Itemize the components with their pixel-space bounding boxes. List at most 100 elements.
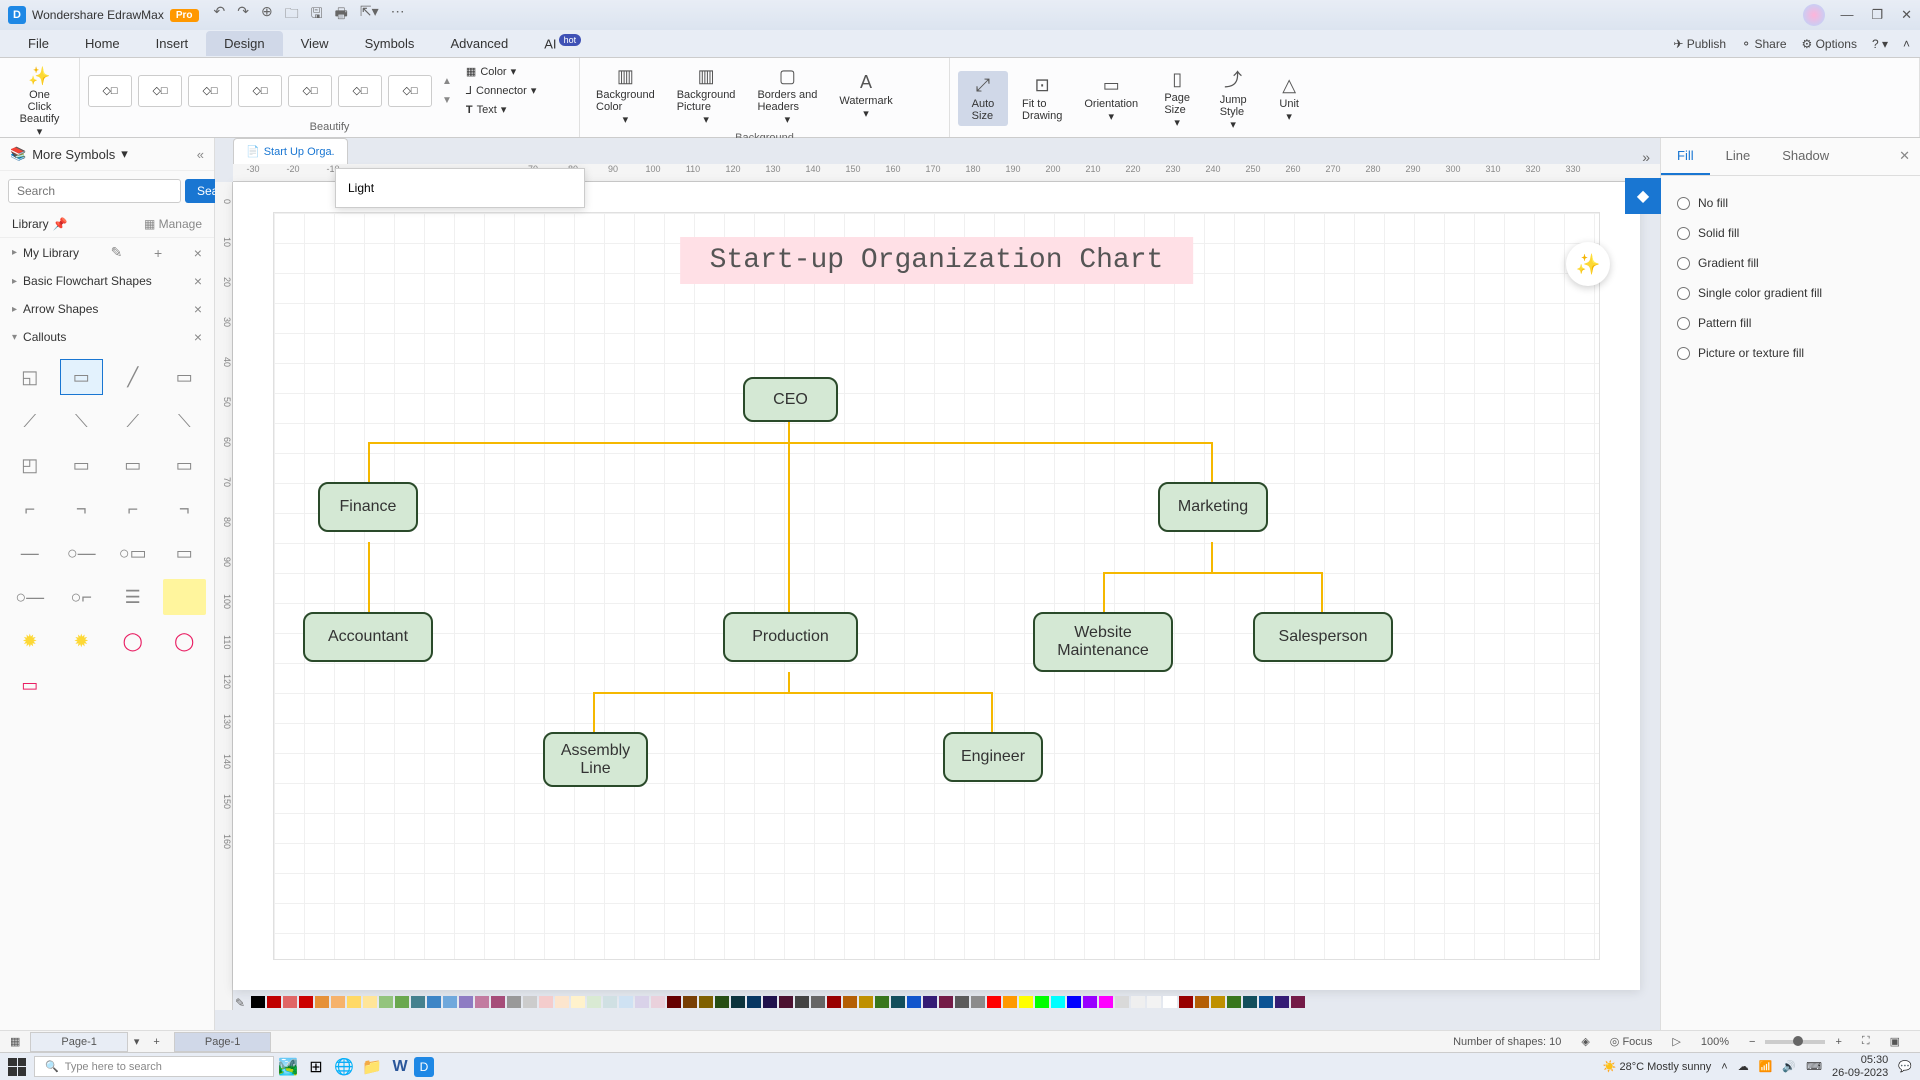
node-ceo[interactable]: CEO bbox=[743, 377, 838, 422]
tab-ai[interactable]: AIhot bbox=[526, 30, 599, 56]
color-swatch[interactable] bbox=[1243, 996, 1257, 1008]
fullscreen-icon[interactable]: ▣ bbox=[1890, 1035, 1900, 1048]
close-icon[interactable]: ✕ bbox=[1901, 7, 1912, 23]
tray-chevron-icon[interactable]: ˄ bbox=[1721, 1061, 1727, 1073]
present-icon[interactable]: ▷ bbox=[1672, 1035, 1680, 1048]
explorer-icon[interactable]: 📁 bbox=[358, 1055, 386, 1079]
color-swatch[interactable] bbox=[907, 996, 921, 1008]
color-swatch[interactable] bbox=[971, 996, 985, 1008]
connector-dropdown[interactable]: ⅃ Connector ▾ bbox=[462, 82, 540, 99]
color-swatch[interactable] bbox=[635, 996, 649, 1008]
fill-tool-icon[interactable]: ◆ bbox=[1625, 178, 1661, 214]
tab-view[interactable]: View bbox=[283, 31, 347, 56]
color-swatch[interactable] bbox=[859, 996, 873, 1008]
color-swatch[interactable] bbox=[587, 996, 601, 1008]
search-input[interactable] bbox=[8, 179, 181, 203]
color-swatch[interactable] bbox=[299, 996, 313, 1008]
watermark-button[interactable]: AWatermark ▾ bbox=[831, 68, 900, 124]
wifi-icon[interactable]: 📶 bbox=[1759, 1060, 1773, 1073]
background-picture-button[interactable]: ▥Background Picture ▾ bbox=[669, 62, 744, 130]
zoom-in-icon[interactable]: + bbox=[1835, 1036, 1841, 1048]
new-icon[interactable]: ⊕ bbox=[261, 3, 273, 27]
color-swatch[interactable] bbox=[523, 996, 537, 1008]
background-color-button[interactable]: ▥Background Color ▾ bbox=[588, 62, 663, 130]
connector[interactable] bbox=[788, 422, 790, 442]
color-swatch[interactable] bbox=[699, 996, 713, 1008]
fill-option-gradient[interactable]: Gradient fill bbox=[1673, 248, 1908, 278]
pin-icon[interactable]: 📌 bbox=[53, 217, 68, 231]
word-icon[interactable]: W bbox=[386, 1055, 414, 1079]
open-icon[interactable]: 🗀 bbox=[285, 3, 299, 27]
callout-shape[interactable]: ◯ bbox=[163, 623, 207, 659]
callout-shape[interactable]: ▭ bbox=[163, 447, 207, 483]
color-swatch[interactable] bbox=[667, 996, 681, 1008]
cat-add-icon[interactable]: + bbox=[154, 245, 162, 261]
tab-symbols[interactable]: Symbols bbox=[347, 31, 433, 56]
layers-icon[interactable]: ◈ bbox=[1581, 1035, 1589, 1048]
callout-shape[interactable]: ⌐ bbox=[111, 491, 155, 527]
save-icon[interactable]: 🖫 bbox=[311, 3, 323, 27]
expand-panel-icon[interactable]: » bbox=[1634, 145, 1658, 169]
cat-close-icon[interactable]: × bbox=[194, 273, 202, 289]
one-click-beautify-button[interactable]: ✨One Click Beautify ▾ bbox=[8, 62, 71, 142]
fit-drawing-button[interactable]: ⊡Fit to Drawing bbox=[1014, 71, 1070, 126]
color-swatch[interactable] bbox=[1195, 996, 1209, 1008]
callout-shape[interactable]: ¬ bbox=[60, 491, 104, 527]
connector[interactable] bbox=[991, 692, 993, 732]
color-swatch[interactable] bbox=[1115, 996, 1129, 1008]
color-swatch[interactable] bbox=[939, 996, 953, 1008]
orientation-button[interactable]: ▭Orientation ▾ bbox=[1076, 71, 1146, 127]
help-icon[interactable]: ? ▾ bbox=[1872, 37, 1888, 51]
callout-shape[interactable]: ▭ bbox=[163, 535, 207, 571]
start-button[interactable] bbox=[8, 1058, 26, 1076]
weather-widget[interactable]: ☀️ 28°C Mostly sunny bbox=[1603, 1060, 1712, 1073]
color-swatch[interactable] bbox=[395, 996, 409, 1008]
zoom-out-icon[interactable]: − bbox=[1749, 1036, 1755, 1048]
category-arrows[interactable]: ▸Arrow Shapes× bbox=[0, 295, 214, 323]
document-tab[interactable]: 📄Start Up Orga. bbox=[233, 138, 348, 164]
node-assembly[interactable]: Assembly Line bbox=[543, 732, 648, 787]
color-swatch[interactable] bbox=[267, 996, 281, 1008]
color-swatch[interactable] bbox=[731, 996, 745, 1008]
callout-shape[interactable]: ▭ bbox=[60, 447, 104, 483]
color-swatch[interactable] bbox=[507, 996, 521, 1008]
color-swatch[interactable] bbox=[1099, 996, 1113, 1008]
connector[interactable] bbox=[368, 442, 1213, 444]
connector[interactable] bbox=[1103, 572, 1105, 612]
tab-insert[interactable]: Insert bbox=[138, 31, 207, 56]
color-swatch[interactable] bbox=[779, 996, 793, 1008]
tab-design[interactable]: Design bbox=[206, 31, 282, 56]
tab-line[interactable]: Line bbox=[1710, 138, 1767, 175]
callout-shape[interactable]: ⟍ bbox=[60, 403, 104, 439]
node-website[interactable]: Website Maintenance bbox=[1033, 612, 1173, 672]
connector[interactable] bbox=[593, 692, 595, 732]
connector[interactable] bbox=[788, 672, 790, 692]
callout-shape[interactable]: ◰ bbox=[8, 447, 52, 483]
color-swatch[interactable] bbox=[459, 996, 473, 1008]
more-qat-icon[interactable]: ⋯ bbox=[391, 3, 405, 27]
color-swatch[interactable] bbox=[683, 996, 697, 1008]
fill-option-single-gradient[interactable]: Single color gradient fill bbox=[1673, 278, 1908, 308]
callout-shape[interactable]: ☰ bbox=[111, 579, 155, 615]
page-tab-1[interactable]: Page-1 bbox=[174, 1032, 271, 1052]
edge-icon[interactable]: 🌐 bbox=[330, 1055, 358, 1079]
cat-close-icon[interactable]: × bbox=[194, 245, 202, 261]
fill-option-solid[interactable]: Solid fill bbox=[1673, 218, 1908, 248]
eyedropper-icon[interactable]: ✎ bbox=[235, 996, 245, 1008]
callout-shape[interactable]: ⟋ bbox=[111, 403, 155, 439]
borders-headers-button[interactable]: ▢Borders and Headers ▾ bbox=[749, 62, 825, 130]
color-swatch[interactable] bbox=[555, 996, 569, 1008]
callout-shape[interactable]: ⟍ bbox=[163, 403, 207, 439]
theme-popup[interactable]: Light bbox=[335, 168, 585, 208]
color-swatch[interactable] bbox=[1211, 996, 1225, 1008]
color-swatch[interactable] bbox=[1259, 996, 1273, 1008]
node-accountant[interactable]: Accountant bbox=[303, 612, 433, 662]
edrawmax-icon[interactable]: D bbox=[414, 1057, 434, 1077]
share-button[interactable]: ⚬ Share bbox=[1741, 37, 1786, 51]
add-page-icon[interactable]: + bbox=[145, 1036, 167, 1048]
callout-shape[interactable]: ○⌐ bbox=[60, 579, 104, 615]
color-swatch[interactable] bbox=[875, 996, 889, 1008]
page-selector[interactable]: Page-1 bbox=[30, 1032, 127, 1052]
language-icon[interactable]: ⌨ bbox=[1806, 1060, 1822, 1073]
color-swatch[interactable] bbox=[347, 996, 361, 1008]
